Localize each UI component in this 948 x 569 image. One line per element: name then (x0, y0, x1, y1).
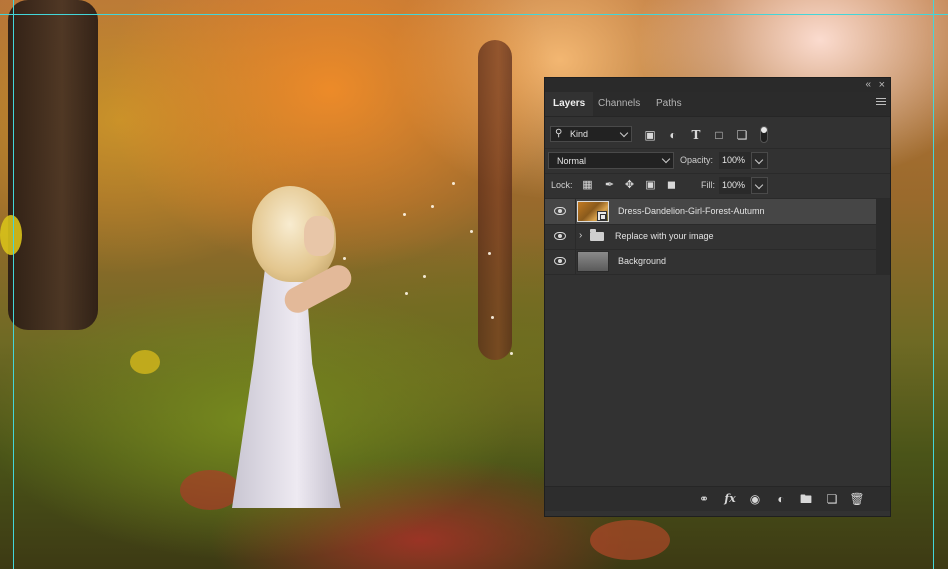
lock-artboard-icon[interactable]: ▣ (644, 179, 657, 192)
layers-panel: « × Layers Channels Paths ⚲ Kind ▣ ◐ T □… (544, 77, 891, 517)
opacity-dropdown[interactable] (751, 152, 768, 169)
chevron-down-icon (754, 180, 764, 190)
dandelion-seed (343, 257, 346, 260)
blend-mode-select[interactable]: Normal (548, 152, 674, 169)
filter-toggle[interactable] (760, 126, 768, 143)
opacity-input[interactable]: 100% (719, 152, 751, 169)
search-icon: ⚲ (555, 128, 563, 139)
new-group-icon[interactable]: 🖿 (798, 491, 814, 507)
fill-input[interactable]: 100% (719, 177, 751, 194)
collapse-panel-icon[interactable]: « (865, 78, 871, 92)
expand-group-chevron-icon[interactable]: › (579, 230, 582, 241)
divider (575, 249, 576, 274)
layer-row[interactable]: › Replace with your image (545, 224, 876, 250)
vertical-guide[interactable] (13, 0, 14, 569)
dandelion-seed (491, 316, 494, 319)
layers-scrollbar[interactable] (876, 199, 890, 275)
layer-row[interactable]: Background (545, 249, 876, 275)
tree-trunk-distant (478, 40, 512, 360)
layer-name: Background (618, 256, 667, 266)
blend-options-row: Normal Opacity: 100% (545, 149, 890, 174)
tab-channels[interactable]: Channels (590, 92, 648, 116)
smart-object-filter-icon[interactable]: ❏ (735, 128, 749, 142)
layers-bottom-toolbar: ⚭ fx ◉ ◐ 🖿 ❏ 🗑 (545, 486, 890, 511)
lock-position-icon[interactable]: ✥ (623, 179, 636, 192)
fx-icon[interactable]: fx (722, 491, 738, 507)
chevron-down-icon (661, 154, 671, 164)
vertical-guide[interactable] (933, 0, 934, 569)
panel-title-bar[interactable]: « × (545, 78, 890, 92)
tab-paths[interactable]: Paths (648, 92, 690, 116)
chevron-down-icon (754, 155, 764, 165)
girl-face (304, 216, 334, 256)
panel-menu-icon[interactable] (876, 98, 886, 107)
close-icon[interactable]: × (879, 78, 885, 92)
horizontal-guide[interactable] (0, 14, 948, 15)
lock-all-icon[interactable]: ◼ (665, 179, 678, 192)
divider (575, 199, 576, 224)
fill-dropdown[interactable] (751, 177, 768, 194)
folder-icon (590, 229, 604, 241)
shape-filter-icon[interactable]: □ (712, 128, 726, 142)
lock-transparent-pixels-icon[interactable]: ▦ (581, 179, 594, 192)
red-foliage (590, 520, 670, 560)
blend-mode-value: Normal (557, 156, 587, 166)
add-mask-icon[interactable]: ◉ (747, 491, 763, 507)
chevron-down-icon (619, 128, 629, 138)
yellow-flowers (130, 350, 160, 374)
new-adjustment-layer-icon[interactable]: ◐ (773, 491, 789, 507)
new-layer-icon[interactable]: ❏ (824, 491, 840, 507)
layer-filter-bar: ⚲ Kind ▣ ◐ T □ ❏ (545, 122, 890, 149)
dandelion-seed (403, 213, 406, 216)
link-layers-icon[interactable]: ⚭ (696, 491, 712, 507)
visibility-eye-icon[interactable] (554, 232, 566, 240)
layer-thumbnail (577, 251, 609, 272)
panel-tabs: Layers Channels Paths (545, 92, 890, 117)
lock-label: Lock: (551, 180, 573, 190)
fill-label: Fill: (701, 180, 715, 190)
visibility-eye-icon[interactable] (554, 207, 566, 215)
opacity-label: Opacity: (680, 155, 714, 165)
dandelion-seed (423, 275, 426, 278)
image-filter-icon[interactable]: ▣ (643, 128, 657, 142)
layers-list: Dress-Dandelion-Girl-Forest-Autumn › Rep… (545, 199, 876, 275)
delete-layer-icon[interactable]: 🗑 (849, 491, 865, 507)
red-foliage (180, 470, 240, 510)
dandelion-seed (470, 230, 473, 233)
divider (575, 224, 576, 249)
dandelion-seed (510, 352, 513, 355)
adjustment-filter-icon[interactable]: ◐ (666, 128, 680, 142)
dandelion-seed (488, 252, 491, 255)
lock-image-pixels-icon[interactable]: ✒ (603, 179, 616, 192)
layer-row[interactable]: Dress-Dandelion-Girl-Forest-Autumn (545, 199, 876, 225)
yellow-leaves (0, 215, 22, 255)
dandelion-seed (405, 292, 408, 295)
filter-kind-select[interactable]: ⚲ Kind (550, 126, 632, 142)
tree-trunk (8, 0, 98, 330)
dandelion-seed (431, 205, 434, 208)
filter-kind-label: Kind (570, 129, 589, 139)
smart-object-badge-icon (597, 211, 607, 221)
layer-name: Dress-Dandelion-Girl-Forest-Autumn (618, 206, 765, 216)
visibility-eye-icon[interactable] (554, 257, 566, 265)
lock-options-row: Lock: ▦ ✒ ✥ ▣ ◼ Fill: 100% (545, 174, 890, 199)
type-filter-icon[interactable]: T (689, 128, 703, 142)
layer-name: Replace with your image (615, 231, 714, 241)
dandelion-seed (452, 182, 455, 185)
tab-layers[interactable]: Layers (545, 92, 594, 116)
